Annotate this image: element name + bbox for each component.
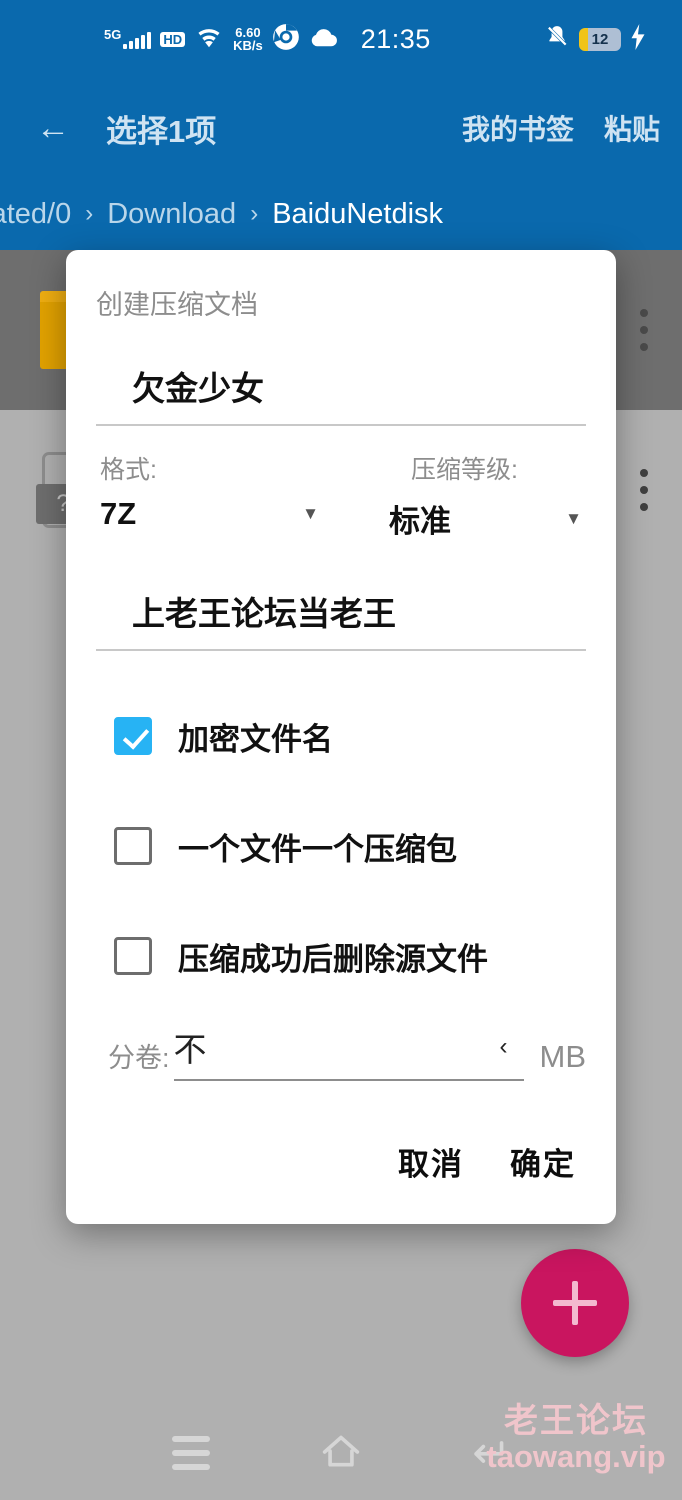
network-type-label: 5G <box>104 27 122 42</box>
data-rate-unit: KB/s <box>233 38 263 53</box>
paste-button[interactable]: 粘贴 <box>604 108 660 148</box>
breadcrumb-item-download[interactable]: Download <box>107 198 236 231</box>
wifi-icon <box>194 25 224 54</box>
checkbox-label: 一个文件一个压缩包 <box>178 831 457 867</box>
toolbar-actions: 我的书签 粘贴 <box>462 108 660 148</box>
home-icon[interactable] <box>318 1432 364 1472</box>
create-archive-dialog: 创建压缩文档 欠金少女 格式: 7Z ▼ 压缩等级: 标准 ▼ 上老王论坛当老王… <box>66 250 616 1224</box>
archive-name-input[interactable]: 欠金少女 <box>96 322 586 426</box>
plus-icon <box>553 1281 597 1325</box>
checkbox-unchecked-icon[interactable] <box>114 827 152 865</box>
status-bar-clock: 21:35 <box>360 23 431 54</box>
checkbox-label: 加密文件名 <box>178 721 333 757</box>
confirm-button[interactable]: 确定 <box>510 1139 576 1184</box>
back-icon[interactable] <box>464 1432 510 1472</box>
split-volume-row: 分卷: 不 ‹ MB <box>96 1011 586 1081</box>
breadcrumb-separator-icon: › <box>250 200 259 227</box>
breadcrumb-separator-icon: › <box>85 200 94 227</box>
checkbox-one-archive-per-file[interactable]: 一个文件一个压缩包 <box>114 791 586 901</box>
split-volume-label: 分卷: <box>108 1043 170 1073</box>
checkbox-unchecked-icon[interactable] <box>114 937 152 975</box>
checkbox-checked-icon[interactable] <box>114 717 152 755</box>
app-toolbar: ← 选择1项 我的书签 粘贴 <box>0 78 682 178</box>
checkbox-encrypt-filenames[interactable]: 加密文件名 <box>114 681 586 791</box>
split-volume-input[interactable]: 不 ‹ <box>173 1023 524 1081</box>
battery-icon: 12 <box>579 27 621 51</box>
archive-checkbox-group: 加密文件名 一个文件一个压缩包 压缩成功后删除源文件 <box>96 651 586 1011</box>
format-select[interactable]: 格式: 7Z ▼ <box>96 450 343 541</box>
compression-level-label: 压缩等级: <box>411 456 518 484</box>
compression-level-select[interactable]: 压缩等级: 标准 ▼ <box>343 450 586 541</box>
chevron-left-icon[interactable]: ‹ <box>500 1033 508 1061</box>
status-bar: 5G HD 6.60 KB/s 21:35 12 <box>0 0 682 78</box>
chevron-down-icon[interactable]: ▼ <box>565 509 582 529</box>
recents-icon[interactable] <box>172 1436 210 1478</box>
row-overflow-menu-icon[interactable] <box>640 309 648 351</box>
compression-level-value: 标准 <box>389 504 451 539</box>
system-navigation-bar <box>0 1420 682 1500</box>
back-arrow-icon[interactable]: ← <box>22 109 84 148</box>
checkbox-label: 压缩成功后删除源文件 <box>178 941 488 977</box>
battery-level-label: 12 <box>591 30 609 48</box>
breadcrumb: ulated/0 › Download › BaiduNetdisk <box>0 178 682 250</box>
charging-bolt-icon <box>630 23 646 55</box>
dialog-title: 创建压缩文档 <box>96 290 258 320</box>
format-label: 格式: <box>100 456 157 484</box>
archive-options-row: 格式: 7Z ▼ 压缩等级: 标准 ▼ <box>96 426 586 541</box>
row-overflow-menu-icon[interactable] <box>640 469 648 511</box>
breadcrumb-item-root[interactable]: ulated/0 <box>0 198 71 231</box>
page-title: 选择1项 <box>106 113 217 149</box>
chrome-icon <box>272 23 300 56</box>
checkbox-delete-source-after[interactable]: 压缩成功后删除源文件 <box>114 901 586 1011</box>
split-volume-value: 不 <box>173 1031 207 1068</box>
format-value: 7Z <box>100 496 137 531</box>
split-volume-unit: MB <box>539 1039 587 1074</box>
dialog-buttons: 取消 确定 <box>96 1081 586 1224</box>
signal-bars-icon: 5G <box>104 27 152 49</box>
cloud-icon <box>309 25 339 54</box>
status-bar-right-icons: 12 <box>544 23 646 55</box>
data-rate-indicator: 6.60 KB/s <box>233 26 263 52</box>
add-fab-button[interactable] <box>521 1249 629 1357</box>
mute-icon <box>544 24 570 55</box>
my-bookmarks-button[interactable]: 我的书签 <box>462 108 574 148</box>
cancel-button[interactable]: 取消 <box>398 1139 464 1184</box>
hd-icon: HD <box>160 31 186 47</box>
status-bar-left-icons: 5G HD 6.60 KB/s <box>104 23 339 56</box>
breadcrumb-item-current[interactable]: BaiduNetdisk <box>272 198 443 231</box>
chevron-down-icon[interactable]: ▼ <box>302 504 319 524</box>
password-input[interactable]: 上老王论坛当老王 <box>96 541 586 651</box>
